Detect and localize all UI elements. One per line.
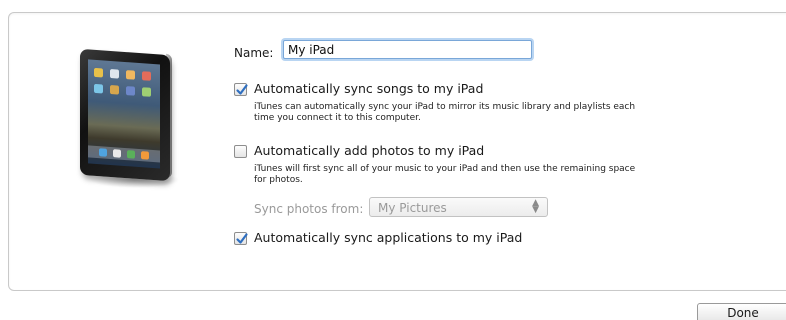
app-icon: [99, 148, 107, 157]
app-icon: [94, 67, 103, 78]
app-icon: [142, 71, 151, 81]
app-row: [94, 67, 151, 81]
add-photos-description-line-1: iTunes will first sync all of your music…: [254, 164, 636, 174]
app-icon: [113, 149, 121, 158]
sync-photos-from-label: Sync photos from:: [254, 202, 364, 216]
sync-songs-description-line-2: time you connect it to this computer.: [254, 113, 421, 123]
add-photos-label[interactable]: Automatically add photos to my iPad: [254, 143, 484, 158]
checkmark-icon: [236, 84, 248, 95]
sync-songs-description-line-1: iTunes can automatically sync your iPad …: [254, 102, 636, 112]
up-down-arrows-icon: ▲ ▼: [532, 198, 539, 215]
sync-songs-label[interactable]: Automatically sync songs to my iPad: [254, 81, 483, 96]
app-icon: [142, 87, 151, 97]
sync-applications-label[interactable]: Automatically sync applications to my iP…: [254, 230, 522, 245]
checkmark-icon: [236, 233, 248, 244]
sync-photos-from-value: My Pictures: [378, 201, 447, 215]
sync-songs-checkbox[interactable]: [234, 83, 248, 96]
ipad-dock: [88, 145, 160, 163]
ipad-screen: [88, 59, 160, 169]
ipad-setup-window: Name: Automatically sync songs to my iPa…: [0, 0, 786, 320]
sync-applications-checkbox[interactable]: [234, 232, 248, 245]
add-photos-checkbox[interactable]: [234, 145, 247, 158]
add-photos-description-line-2: for photos.: [254, 175, 303, 185]
app-icon: [127, 150, 135, 159]
name-label: Name:: [234, 46, 274, 60]
app-icon: [110, 68, 119, 79]
name-input[interactable]: [283, 40, 532, 59]
app-icon: [126, 70, 135, 80]
sync-photos-from-select[interactable]: My Pictures ▲ ▼: [369, 197, 548, 217]
app-icon: [94, 83, 103, 94]
ipad-body: [80, 48, 170, 182]
app-icon: [141, 151, 149, 160]
app-row: [94, 83, 151, 97]
app-icon: [110, 84, 119, 95]
ipad-icon: [80, 48, 180, 192]
app-icon: [126, 86, 135, 96]
done-button[interactable]: Done: [697, 303, 786, 320]
